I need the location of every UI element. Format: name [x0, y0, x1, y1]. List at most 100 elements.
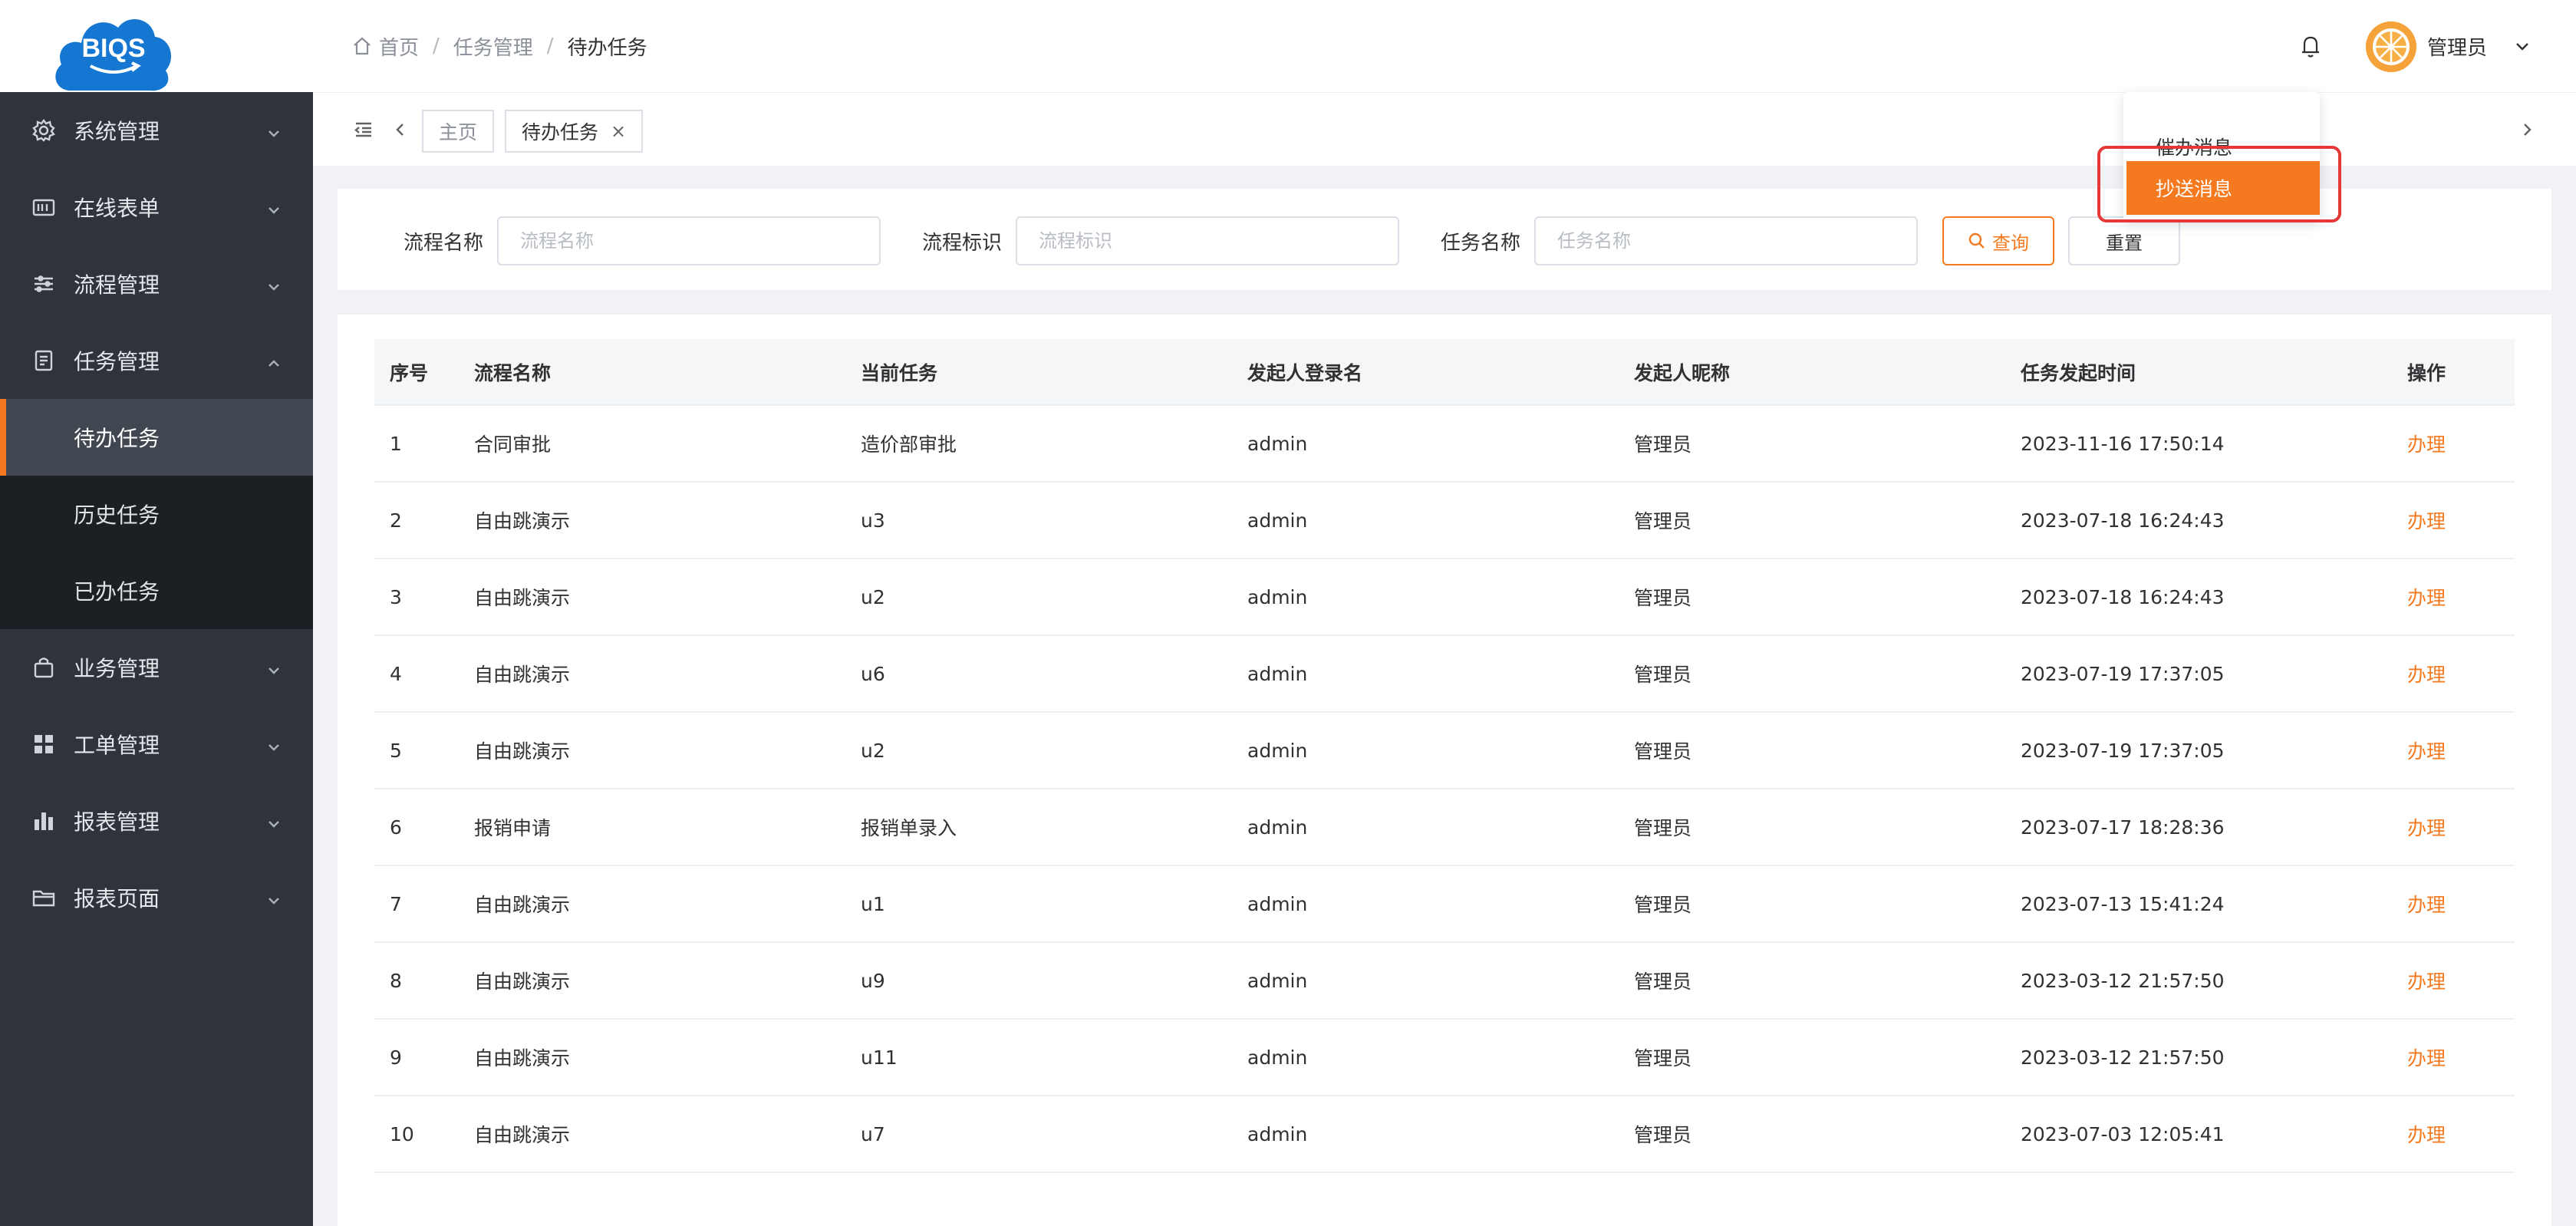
sidebar-item-online-form[interactable]: 在线表单 — [0, 169, 313, 246]
cell-initiator-login: admin — [1232, 405, 1619, 483]
sliders-icon — [31, 271, 57, 297]
breadcrumb-task-management[interactable]: 任务管理 — [453, 32, 533, 61]
chevron-down-icon — [265, 889, 282, 906]
cell-current-task: u1 — [845, 865, 1232, 943]
handle-link[interactable]: 办理 — [2392, 712, 2515, 789]
tab-todo-task[interactable]: 待办任务 × — [505, 110, 644, 153]
sidebar-item-label: 业务管理 — [74, 656, 160, 681]
table-row: 10 自由跳演示 u7 admin 管理员 2023-07-03 12:05:41 办理 — [374, 1096, 2515, 1173]
chevron-down-icon[interactable] — [2513, 37, 2532, 55]
breadcrumb-separator: / — [546, 35, 554, 58]
cell-index: 3 — [374, 559, 459, 636]
handle-link[interactable]: 办理 — [2392, 942, 2515, 1020]
sidebar-item-report[interactable]: 报表管理 — [0, 783, 313, 859]
sidebar-item-business[interactable]: 业务管理 — [0, 629, 313, 706]
cell-initiator-login: admin — [1232, 1019, 1619, 1096]
chevron-up-icon — [265, 352, 282, 369]
cell-initiator-nickname: 管理员 — [1619, 482, 2005, 559]
task-name-input[interactable] — [1534, 216, 1918, 265]
highlight-box — [2097, 146, 2341, 222]
cell-start-time: 2023-07-03 12:05:41 — [2005, 1096, 2392, 1173]
cell-start-time: 2023-07-13 15:41:24 — [2005, 865, 2392, 943]
sidebar-item-label: 报表页面 — [74, 886, 160, 911]
sidebar-item-done-task[interactable]: 已办任务 — [0, 552, 313, 629]
cell-start-time: 2023-07-18 16:24:43 — [2005, 559, 2392, 636]
cell-process-name: 自由跳演示 — [459, 712, 845, 789]
cell-start-time: 2023-07-18 16:24:43 — [2005, 482, 2392, 559]
document-icon — [31, 348, 57, 374]
cell-initiator-login: admin — [1232, 712, 1619, 789]
cell-index: 9 — [374, 1019, 459, 1096]
cell-index: 4 — [374, 635, 459, 713]
handle-link[interactable]: 办理 — [2392, 1019, 2515, 1096]
sidebar-item-todo-task[interactable]: 待办任务 — [0, 399, 313, 476]
sidebar-item-task[interactable]: 任务管理 — [0, 322, 313, 399]
chevron-down-icon — [265, 736, 282, 753]
handle-link[interactable]: 办理 — [2392, 559, 2515, 636]
handle-link[interactable]: 办理 — [2392, 635, 2515, 713]
sidebar-item-work-order[interactable]: 工单管理 — [0, 706, 313, 783]
handle-link[interactable]: 办理 — [2392, 789, 2515, 866]
search-button[interactable]: 查询 — [1942, 216, 2054, 265]
handle-link[interactable]: 办理 — [2392, 1096, 2515, 1173]
table-row: 3 自由跳演示 u2 admin 管理员 2023-07-18 16:24:43 办理 — [374, 559, 2515, 636]
column-header-initiator-login: 发起人登录名 — [1232, 339, 1619, 406]
chevron-down-icon — [265, 275, 282, 292]
task-table: 序号 流程名称 当前任务 发起人登录名 发起人昵称 任务发起时间 操作 1 合同审… — [374, 339, 2515, 1173]
avatar[interactable] — [2366, 21, 2416, 72]
chevron-left-icon[interactable] — [390, 119, 411, 140]
sidebar-item-system[interactable]: 系统管理 — [0, 92, 313, 169]
process-key-input[interactable] — [1016, 216, 1399, 265]
cell-start-time: 2023-07-19 17:37:05 — [2005, 712, 2392, 789]
table-row: 8 自由跳演示 u9 admin 管理员 2023-03-12 21:57:50 办理 — [374, 942, 2515, 1020]
menu-fold-icon[interactable] — [353, 119, 376, 142]
breadcrumb-home[interactable]: 首页 — [379, 32, 419, 61]
cell-current-task: 报销单录入 — [845, 789, 1232, 866]
table-header-row: 序号 流程名称 当前任务 发起人登录名 发起人昵称 任务发起时间 操作 — [374, 339, 2515, 406]
cell-index: 2 — [374, 482, 459, 559]
cell-initiator-login: admin — [1232, 482, 1619, 559]
sidebar-item-process[interactable]: 流程管理 — [0, 246, 313, 322]
chevron-right-icon[interactable] — [2516, 119, 2538, 140]
table-row: 7 自由跳演示 u1 admin 管理员 2023-07-13 15:41:24 办理 — [374, 865, 2515, 943]
process-name-input[interactable] — [497, 216, 881, 265]
breadcrumb-current: 待办任务 — [567, 36, 647, 60]
chevron-down-icon — [265, 659, 282, 676]
handle-link[interactable]: 办理 — [2392, 482, 2515, 559]
cell-initiator-nickname: 管理员 — [1619, 1096, 2005, 1173]
table-row: 2 自由跳演示 u3 admin 管理员 2023-07-18 16:24:43 办理 — [374, 482, 2515, 559]
table-row: 9 自由跳演示 u11 admin 管理员 2023-03-12 21:57:50 办理 — [374, 1019, 2515, 1096]
close-icon[interactable]: × — [611, 120, 626, 142]
handle-link[interactable]: 办理 — [2392, 865, 2515, 943]
cell-start-time: 2023-03-12 21:57:50 — [2005, 942, 2392, 1020]
cell-process-name: 自由跳演示 — [459, 1096, 845, 1173]
sidebar-item-report-page[interactable]: 报表页面 — [0, 859, 313, 936]
table-row: 6 报销申请 报销单录入 admin 管理员 2023-07-17 18:28:36 办理 — [374, 789, 2515, 866]
cell-start-time: 2023-07-17 18:28:36 — [2005, 789, 2392, 866]
tab-home[interactable]: 主页 — [422, 110, 495, 153]
user-name[interactable]: 管理员 — [2427, 32, 2487, 61]
search-icon — [1968, 232, 1985, 249]
sidebar-item-label: 工单管理 — [74, 733, 160, 758]
cell-current-task: u2 — [845, 559, 1232, 636]
cell-current-task: 造价部审批 — [845, 405, 1232, 483]
cell-initiator-login: admin — [1232, 789, 1619, 866]
cell-initiator-login: admin — [1232, 1096, 1619, 1173]
reset-button[interactable]: 重置 — [2068, 216, 2180, 265]
handle-link[interactable]: 办理 — [2392, 405, 2515, 483]
cell-index: 6 — [374, 789, 459, 866]
column-header-current-task: 当前任务 — [845, 339, 1232, 406]
biqs-logo[interactable]: BIQS — [54, 0, 173, 92]
home-icon — [351, 35, 373, 57]
column-header-process-name: 流程名称 — [459, 339, 845, 406]
cell-index: 8 — [374, 942, 459, 1020]
column-header-start-time: 任务发起时间 — [2005, 339, 2392, 406]
sidebar-item-history-task[interactable]: 历史任务 — [0, 476, 313, 552]
cell-start-time: 2023-11-16 17:50:14 — [2005, 405, 2392, 483]
bell-icon[interactable] — [2297, 32, 2327, 63]
sidebar: BIQS 系统管理 在线表单 流程管理 任务管理 待办任务 历史任务 已办任务 … — [0, 0, 313, 1226]
sidebar-item-label: 系统管理 — [74, 119, 160, 144]
folder-icon — [31, 885, 57, 911]
cell-initiator-login: admin — [1232, 635, 1619, 713]
bar-chart-icon — [31, 808, 57, 834]
